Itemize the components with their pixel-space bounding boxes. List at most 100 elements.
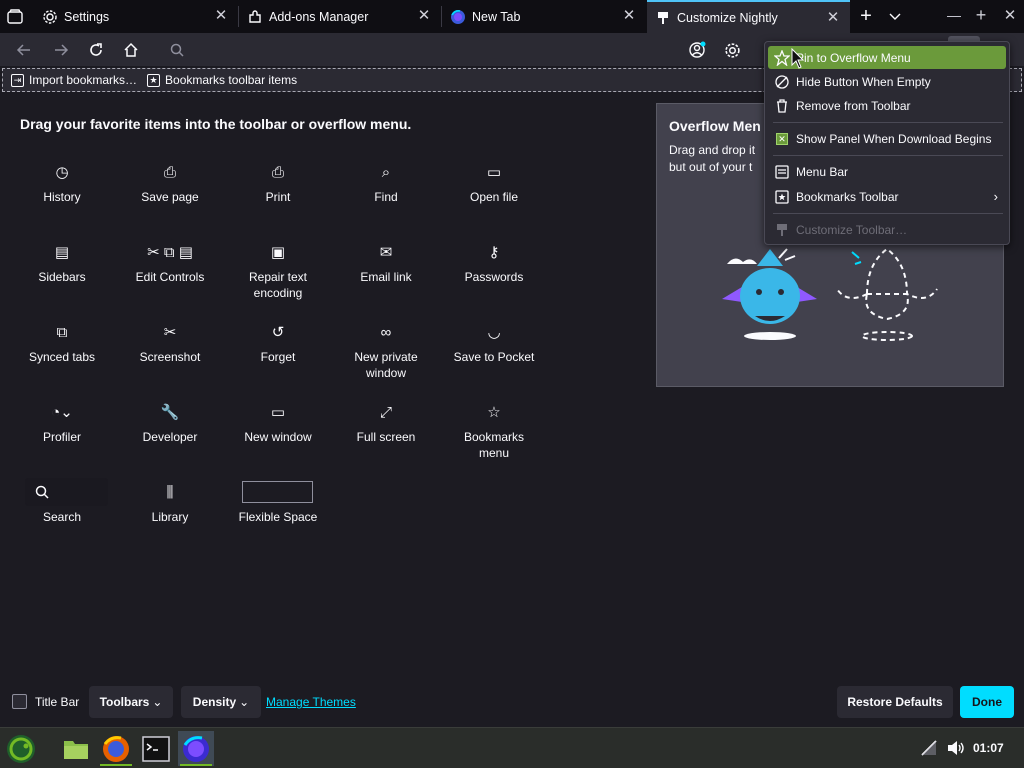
chevron-down-icon: ⌄ [152, 695, 163, 709]
pocket-icon: ◡ [487, 324, 501, 341]
palette-item-new-window[interactable]: ▭ New window [224, 403, 332, 445]
close-icon[interactable]: ✕ [622, 8, 636, 23]
done-button[interactable]: Done [960, 686, 1014, 718]
bookmarks-toolbar-icon [774, 189, 790, 205]
customize-footer: Title Bar Toolbars ⌄ Density ⌄ Manage Th… [0, 682, 1024, 724]
palette-item-screenshot[interactable]: ✂ Screenshot [116, 323, 224, 365]
firefox-taskbar-icon[interactable] [98, 731, 134, 766]
toolbars-dropdown[interactable]: Toolbars ⌄ [89, 686, 173, 718]
volume-icon[interactable] [946, 739, 966, 757]
firefox-nightly-taskbar-icon[interactable] [178, 731, 214, 766]
title-bar-checkbox[interactable] [12, 694, 27, 709]
menu-item-label: Pin to Overflow Menu [796, 50, 911, 65]
menu-item-menu-bar[interactable]: Menu Bar [768, 160, 1006, 183]
checkbox-checked-icon: ✕ [774, 131, 790, 147]
density-label: Density [192, 695, 237, 709]
menu-item-remove-from-toolbar[interactable]: Remove from Toolbar [768, 94, 1006, 117]
menu-item-hide-when-empty[interactable]: Hide Button When Empty [768, 70, 1006, 93]
maximize-icon[interactable]: + [973, 5, 989, 25]
tab-list-icon[interactable] [6, 8, 24, 26]
palette-item-developer[interactable]: 🔧 Developer [116, 403, 224, 445]
forward-arrow-icon[interactable] [50, 39, 72, 61]
gear-icon [42, 9, 58, 25]
palette-item-label: Profiler [42, 430, 81, 444]
palette-item-bookmarks-menu[interactable]: ☆ Bookmarks menu [440, 403, 548, 461]
tab-addons-manager[interactable]: Add-ons Manager ✕ [239, 0, 441, 33]
sidebar-icon: ▤ [54, 244, 70, 261]
minimize-icon[interactable]: — [946, 7, 962, 23]
printer-icon: ⎙ [271, 164, 284, 181]
flexible-space-widget[interactable] [242, 481, 313, 503]
screenshot-icon: ✂ [163, 324, 177, 341]
envelope-icon: ✉ [379, 244, 393, 261]
density-dropdown[interactable]: Density ⌄ [181, 686, 261, 718]
palette-item-new-private-window[interactable]: ∞ New private window [332, 323, 440, 381]
file-manager-icon[interactable] [58, 731, 94, 766]
palette-item-label: Find [374, 190, 398, 204]
scissors-copy-paste-icon: ✂ ⧉ ▤ [147, 244, 193, 261]
restore-defaults-button[interactable]: Restore Defaults [837, 686, 953, 718]
palette-item-print[interactable]: ⎙ Print [224, 163, 332, 205]
tab-customize-nightly[interactable]: Customize Nightly ✕ [647, 0, 850, 33]
new-tab-plus-icon[interactable]: + [856, 6, 876, 26]
account-icon[interactable] [686, 39, 708, 61]
palette-item-sidebars[interactable]: ▤ Sidebars [8, 243, 116, 285]
terminal-icon[interactable] [138, 731, 174, 766]
palette-item-label: Open file [469, 190, 519, 204]
wrench-icon: 🔧 [160, 404, 180, 421]
palette-item-passwords[interactable]: ⚷ Passwords [440, 243, 548, 285]
search-widget[interactable] [25, 478, 108, 506]
menu-item-show-panel-download[interactable]: ✕ Show Panel When Download Begins [768, 127, 1006, 150]
menu-item-label: Bookmarks Toolbar [796, 189, 899, 204]
palette-item-label: Synced tabs [28, 350, 96, 364]
palette-item-full-screen[interactable]: ⤢ Full screen [332, 403, 440, 445]
palette-item-history[interactable]: ◷ History [8, 163, 116, 205]
palette-item-save-to-pocket[interactable]: ◡ Save to Pocket [440, 323, 548, 365]
close-icon[interactable]: ✕ [417, 8, 431, 23]
menu-item-bookmarks-toolbar[interactable]: Bookmarks Toolbar › [768, 185, 1006, 208]
bookmarks-toolbar-items-label: Bookmarks toolbar items [165, 73, 298, 87]
import-bookmarks-label: Import bookmarks… [29, 73, 138, 87]
pin-icon [774, 49, 790, 66]
palette-item-label: Forget [260, 350, 296, 364]
opensuse-menu-icon[interactable] [2, 731, 40, 766]
palette-item-repair-text-encoding[interactable]: ▣ Repair text encoding [224, 243, 332, 301]
palette-item-save-page[interactable]: ⎙ Save page [116, 163, 224, 205]
palette-item-edit-controls[interactable]: ✂ ⧉ ▤ Edit Controls [116, 243, 224, 285]
palette-item-open-file[interactable]: ▭ Open file [440, 163, 548, 205]
url-search-icon[interactable] [166, 39, 188, 61]
clock-time[interactable]: 01:07 [973, 741, 1004, 755]
window-close-icon[interactable]: ✕ [1002, 6, 1018, 24]
home-icon[interactable] [120, 39, 142, 61]
palette-item-synced-tabs[interactable]: ⧉ Synced tabs [8, 323, 116, 365]
palette-item-label: New window [244, 430, 312, 444]
palette-item-find[interactable]: ⌕ Find [332, 163, 440, 205]
palette-item-label: Search [42, 510, 82, 524]
close-icon[interactable]: ✕ [214, 8, 228, 23]
gear-icon[interactable] [721, 39, 743, 61]
tab-new-tab[interactable]: New Tab ✕ [442, 0, 646, 33]
library-icon: ⫼ [166, 484, 174, 501]
palette-item-label: Passwords [464, 270, 524, 284]
palette-item-label: Email link [360, 270, 412, 284]
menu-item-label: Show Panel When Download Begins [796, 131, 992, 146]
toolbar-context-menu: Pin to Overflow Menu Hide Button When Em… [764, 41, 1010, 245]
back-arrow-icon[interactable] [13, 39, 35, 61]
reload-icon[interactable] [85, 39, 107, 61]
close-icon[interactable]: ✕ [826, 10, 840, 25]
mouse-cursor [791, 47, 805, 70]
tab-settings[interactable]: Settings ✕ [34, 0, 238, 33]
palette-item-forget[interactable]: ↺ Forget [224, 323, 332, 365]
import-bookmarks-button[interactable]: ⇥ Import bookmarks… [11, 73, 137, 87]
palette-item-email-link[interactable]: ✉ Email link [332, 243, 440, 285]
menu-item-label: Customize Toolbar… [796, 222, 908, 237]
chevron-down-icon[interactable] [886, 7, 904, 25]
manage-themes-link[interactable]: Manage Themes [266, 695, 356, 709]
puzzle-icon [247, 9, 263, 25]
palette-item-library[interactable]: ⫼ Library [116, 483, 224, 525]
bookmarks-toolbar-items[interactable]: ★ Bookmarks toolbar items [147, 73, 297, 87]
tab-title: New Tab [472, 9, 521, 24]
palette-item-profiler[interactable]: ◔⌄ Profiler [8, 403, 116, 445]
profiler-gauge-icon: ◔⌄ [51, 404, 73, 421]
network-icon[interactable] [920, 740, 938, 756]
